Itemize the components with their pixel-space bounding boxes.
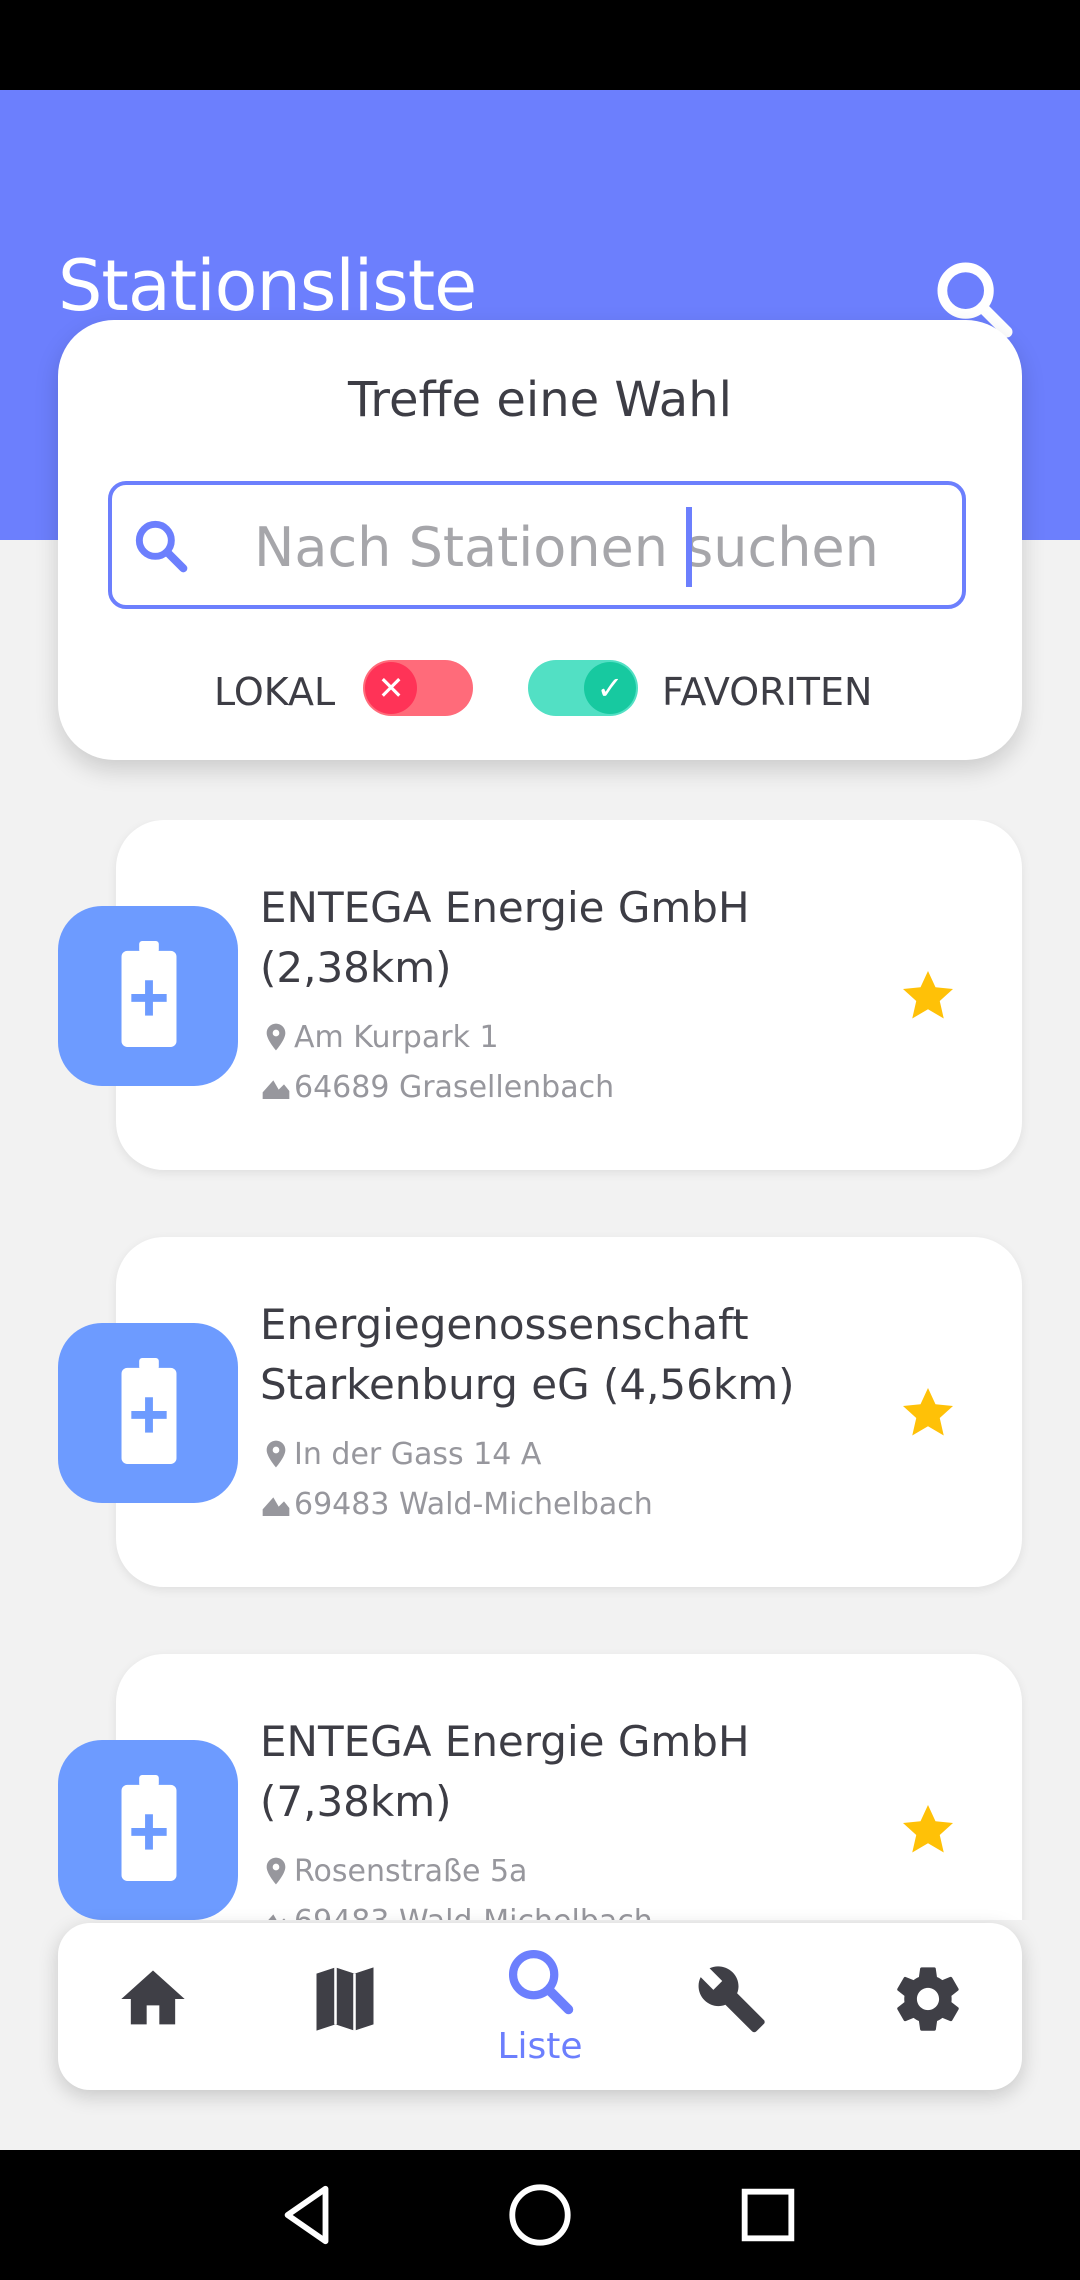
station-address-text: Am Kurpark 1	[294, 1020, 499, 1055]
favoriten-label: FAVORITEN	[662, 670, 873, 714]
station-city-text: 69483 Wald-Michelbach	[294, 1904, 653, 1920]
filter-title: Treffe eine Wahl	[348, 372, 732, 428]
status-bar	[0, 0, 1080, 90]
station-name: ENTEGA Energie GmbH (2,38km)	[260, 883, 750, 992]
search-icon	[135, 520, 188, 573]
station-name: Energiegenossenschaft Starkenburg eG (4,…	[260, 1300, 795, 1409]
check-icon: ✓	[584, 662, 636, 714]
gear-icon	[897, 1967, 959, 2031]
home-button-icon[interactable]	[505, 2180, 575, 2250]
search-icon	[508, 1949, 574, 2015]
station-address-text: In der Gass 14 A	[294, 1437, 542, 1472]
nav-item-liste[interactable]: Liste	[470, 1923, 610, 2090]
favorite-star-icon[interactable]	[898, 966, 958, 1026]
station-address-text: Rosenstraße 5a	[294, 1854, 528, 1889]
station-address: In der Gass 14 A	[260, 1437, 541, 1472]
city-icon	[262, 1497, 290, 1516]
lokal-toggle[interactable]: ✕	[363, 660, 473, 716]
station-city-text: 69483 Wald-Michelbach	[294, 1487, 653, 1522]
nav-item-settings[interactable]	[858, 1923, 998, 2090]
station-name: ENTEGA Energie GmbH (7,38km)	[260, 1717, 750, 1826]
station-search-input[interactable]	[252, 503, 946, 591]
city-icon	[262, 1080, 290, 1099]
location-pin-icon	[266, 1440, 286, 1468]
station-city: 69483 Wald-Michelbach	[260, 1904, 653, 1920]
station-city-text: 64689 Grasellenbach	[294, 1070, 615, 1105]
station-card[interactable]: Energiegenossenschaft Starkenburg eG (4,…	[58, 1237, 1022, 1587]
lokal-label: LOKAL	[214, 670, 336, 714]
nav-item-map[interactable]	[275, 1923, 415, 2090]
filter-card: Treffe eine Wahl LOKAL ✕ ✓ FAVORITEN	[58, 320, 1022, 760]
android-navigation-bar	[0, 2150, 1080, 2280]
back-icon[interactable]	[273, 2180, 343, 2250]
favorite-star-icon[interactable]	[898, 1383, 958, 1443]
station-card[interactable]: ENTEGA Energie GmbH (2,38km) Am Kurpark …	[58, 820, 1022, 1170]
station-search-box[interactable]	[108, 481, 966, 609]
nav-item-home[interactable]	[83, 1923, 223, 2090]
station-address: Am Kurpark 1	[260, 1020, 499, 1055]
battery-plus-icon	[121, 941, 177, 1047]
wrench-icon	[698, 1966, 765, 2033]
station-city: 69483 Wald-Michelbach	[260, 1487, 653, 1522]
filter-toggle-row: LOKAL ✕ ✓ FAVORITEN	[58, 660, 1022, 730]
favoriten-toggle[interactable]: ✓	[528, 660, 638, 716]
close-icon: ✕	[365, 662, 417, 714]
station-list: ENTEGA Energie GmbH (2,38km) Am Kurpark …	[0, 820, 1080, 1920]
nav-item-tools[interactable]	[663, 1923, 803, 2090]
home-icon	[121, 1970, 185, 2025]
page-title: Stationsliste	[58, 245, 477, 327]
city-icon	[268, 1914, 286, 1920]
bottom-nav: Liste	[58, 1923, 1022, 2090]
battery-plus-icon	[121, 1358, 177, 1464]
battery-plus-icon	[121, 1775, 177, 1881]
recents-icon[interactable]	[733, 2180, 803, 2250]
nav-item-label: Liste	[497, 2026, 583, 2067]
text-caret	[686, 507, 692, 587]
station-icon-box	[58, 906, 238, 1086]
station-icon-box	[58, 1740, 238, 1920]
location-pin-icon	[266, 1023, 286, 1051]
station-address: Rosenstraße 5a	[260, 1854, 527, 1889]
station-card[interactable]: ENTEGA Energie GmbH (7,38km) Rosenstraße…	[58, 1654, 1022, 1920]
map-icon	[316, 1967, 374, 2031]
favorite-star-icon[interactable]	[898, 1800, 958, 1860]
station-icon-box	[58, 1323, 238, 1503]
station-city: 64689 Grasellenbach	[260, 1070, 614, 1105]
location-pin-icon	[266, 1857, 286, 1885]
